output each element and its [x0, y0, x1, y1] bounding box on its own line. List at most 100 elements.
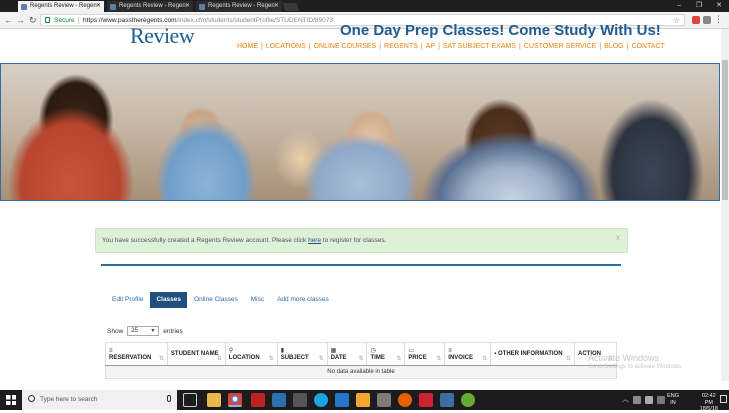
file-explorer-icon[interactable]	[207, 393, 221, 407]
app-icon[interactable]	[377, 393, 391, 407]
column-header-invoice[interactable]: ≡ INVOICE ⇅	[444, 342, 492, 366]
tab-edit-profile[interactable]: Edit Profile	[106, 292, 149, 308]
tab-add-more-classes[interactable]: Add more classes	[271, 292, 335, 308]
site-logo[interactable]: Review	[130, 23, 195, 49]
entries-label: entries	[163, 327, 183, 335]
clock-time: 02:42 PM	[701, 393, 716, 406]
task-view-icon[interactable]	[183, 393, 197, 407]
close-icon[interactable]: ✕	[274, 1, 279, 12]
vscode-icon[interactable]	[335, 393, 349, 407]
nav-divider: |	[379, 43, 382, 50]
taskbar-search-placeholder: Type here to search	[40, 396, 98, 403]
column-label: PRICE	[408, 354, 427, 361]
nav-divider: |	[599, 43, 602, 50]
nav-divider: |	[261, 43, 263, 50]
chrome-icon[interactable]	[228, 393, 242, 407]
secure-label: Secure	[54, 17, 75, 24]
clock-icon: ◷	[370, 347, 376, 354]
nav-contact[interactable]: CONTACT	[631, 43, 664, 50]
nav-divider: |	[420, 43, 423, 50]
app-icon[interactable]	[461, 393, 475, 407]
nav-home[interactable]: HOME	[237, 43, 258, 50]
close-window-icon[interactable]: ✕	[709, 0, 729, 12]
column-label: RESERVATION	[109, 354, 152, 361]
search-icon	[28, 395, 35, 402]
app-icon[interactable]	[293, 393, 307, 407]
nav-sat-subject-exams[interactable]: SAT SUBJECT EXAMS	[443, 43, 516, 50]
table-header-row: ≡ RESERVATION ⇅ STUDENT NAME ⇅ ⚲ LOCATION ⇅ ▮…	[105, 342, 618, 366]
nav-regents[interactable]: REGENTS	[384, 43, 418, 50]
column-header-student-name[interactable]: STUDENT NAME ⇅	[166, 342, 226, 366]
new-tab-button[interactable]	[282, 3, 300, 11]
nav-blog[interactable]: BLOG	[604, 43, 623, 50]
browser-tab-1[interactable]: Regents Review - Regen ✕	[18, 1, 104, 12]
nav-online-courses[interactable]: ONLINE COURSES	[314, 43, 377, 50]
sublime-icon[interactable]	[356, 393, 370, 407]
column-header-subject[interactable]: ▮ SUBJECT ⇅	[276, 342, 328, 366]
browser-tab-3[interactable]: Regents Review - Regen ✕	[196, 1, 282, 12]
network-icon[interactable]	[633, 396, 641, 404]
column-header-time[interactable]: ◷ TIME ⇅	[366, 342, 406, 366]
close-alert-icon[interactable]: x	[616, 233, 620, 242]
calendar-icon: ▦	[330, 347, 337, 354]
empty-table-message: No data available in table	[105, 365, 617, 379]
app-icon[interactable]	[272, 393, 286, 407]
browser-tab-2[interactable]: Regents Review - Regen ✕	[107, 1, 193, 12]
start-button[interactable]	[0, 390, 22, 410]
filezilla-icon[interactable]	[251, 393, 265, 407]
sort-icon: ⇅	[396, 356, 402, 362]
app-icon[interactable]	[419, 393, 433, 407]
sort-icon: ⇅	[216, 356, 222, 362]
nav-locations[interactable]: LOCATIONS	[266, 43, 306, 50]
site-favicon-icon	[21, 4, 27, 10]
nav-ap[interactable]: AP	[426, 43, 435, 50]
minimize-icon[interactable]: –	[669, 0, 689, 12]
scrollbar-thumb[interactable]	[722, 60, 728, 200]
column-header-price[interactable]: ▭ PRICE ⇅	[404, 342, 446, 366]
watermark-title: Activate Windows	[588, 353, 660, 363]
page-length-control: Show 25 ▼ entries	[107, 326, 183, 336]
tab-online-classes[interactable]: Online Classes	[188, 292, 244, 308]
windows-taskbar: Type here to search ︿ ENG IN 02:42 PM 18…	[0, 390, 729, 412]
close-icon[interactable]: ✕	[185, 1, 190, 12]
url-text: https://www.passtheregents.com/index.cfm…	[83, 16, 333, 25]
money-icon: ▭	[408, 347, 415, 354]
sort-icon: ⇅	[358, 356, 364, 362]
close-icon[interactable]: ✕	[96, 1, 101, 12]
back-icon[interactable]: ←	[4, 15, 13, 25]
tray-expand-icon[interactable]: ︿	[622, 394, 629, 404]
bookmark-star-icon[interactable]: ☆	[673, 16, 680, 25]
show-label: Show	[107, 327, 124, 335]
language-indicator[interactable]: ENG IN	[667, 393, 679, 406]
site-favicon-icon	[110, 4, 116, 10]
microphone-icon[interactable]	[167, 395, 171, 402]
page-size-value: 25	[131, 328, 138, 334]
column-header-other-information[interactable]: ▪ OTHER INFORMATION ⇅	[490, 342, 575, 366]
extension-icon[interactable]	[703, 16, 711, 24]
notification-icon[interactable]	[720, 395, 727, 403]
browser-menu-icon[interactable]: ⋮	[714, 14, 723, 24]
nav-customer-service[interactable]: CUSTOMER SERVICE	[524, 43, 596, 50]
volume-icon[interactable]	[645, 396, 653, 404]
column-header-reservation[interactable]: ≡ RESERVATION ⇅	[105, 342, 168, 366]
column-header-location[interactable]: ⚲ LOCATION ⇅	[224, 342, 278, 366]
column-label: TIME	[370, 354, 385, 361]
browser-tab-label: Regents Review - Regen	[30, 3, 97, 9]
app-icon[interactable]	[440, 393, 454, 407]
extension-icon[interactable]	[692, 16, 700, 24]
tab-classes[interactable]: Classes	[150, 292, 188, 308]
nav-divider: |	[519, 43, 521, 50]
register-link[interactable]: here	[308, 237, 321, 244]
maximize-icon[interactable]: ❐	[689, 0, 709, 12]
firefox-icon[interactable]	[398, 393, 412, 407]
column-header-date[interactable]: ▦ DATE ⇅	[326, 342, 368, 366]
page-size-select[interactable]: 25 ▼	[127, 326, 160, 336]
taskbar-search-box[interactable]: Type here to search	[22, 390, 177, 410]
tab-misc[interactable]: Misc	[245, 292, 270, 308]
activate-windows-watermark: Activate Windows Go to Settings to activ…	[588, 353, 683, 370]
skype-icon[interactable]	[314, 393, 328, 407]
column-label: DATE	[330, 354, 347, 361]
reload-icon[interactable]: ↻	[29, 15, 37, 25]
forward-icon[interactable]: →	[16, 15, 25, 25]
battery-icon[interactable]	[657, 396, 665, 404]
